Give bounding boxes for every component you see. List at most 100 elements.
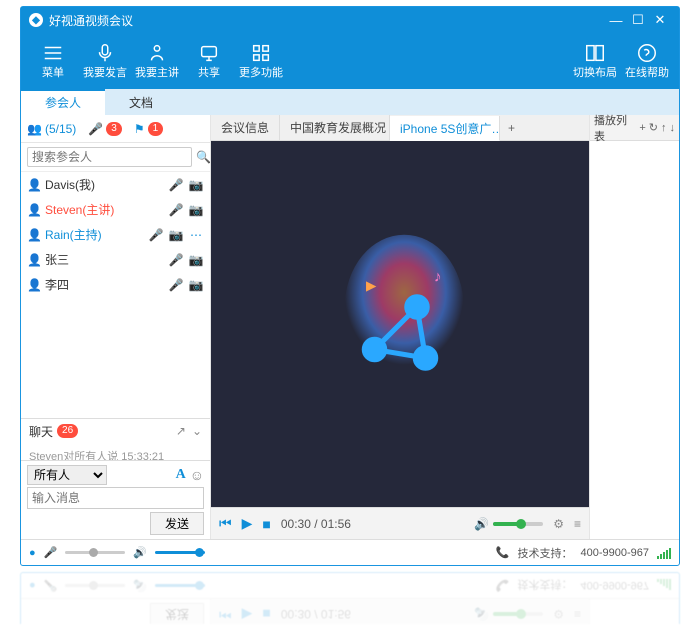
player-prev-button[interactable]: ⏮ — [219, 515, 232, 532]
person-icon: 👤 — [27, 203, 41, 217]
font-style-icon[interactable]: A — [176, 467, 186, 483]
chat-title: 聊天 — [29, 423, 53, 440]
doc-tab-label: 会议信息 — [221, 119, 269, 136]
participant-cam-icon[interactable]: 📷 — [168, 228, 184, 242]
volume-icon[interactable]: 🔊 — [474, 608, 489, 622]
participant-cam-icon[interactable]: 📷 — [188, 278, 204, 292]
emoji-icon[interactable]: ☺ — [190, 467, 204, 483]
chat-message-meta: Steven对所有人说 15:33:21 — [29, 448, 202, 461]
participant-mic-icon[interactable]: 🎤 — [148, 228, 164, 242]
participant-mic-icon[interactable]: 🎤 — [168, 278, 184, 292]
phone-icon: 📞 — [496, 546, 510, 559]
player-settings-icon[interactable]: ⚙ — [553, 517, 564, 531]
search-input[interactable] — [27, 147, 192, 167]
share-icon — [198, 42, 220, 64]
doc-tab[interactable]: iPhone 5S创意广…✕ — [390, 116, 500, 141]
doc-tab[interactable]: 会议信息 — [211, 115, 280, 140]
chat-unread-badge: 26 — [57, 424, 78, 438]
playlist-refresh-icon[interactable]: ↻ — [649, 121, 658, 134]
player-play-button[interactable]: ▶ — [242, 606, 253, 623]
chat-send-button[interactable]: 发送 — [150, 512, 204, 535]
playlist-body — [590, 599, 679, 624]
player-settings-icon[interactable]: ⚙ — [553, 608, 564, 622]
person-icon: 👤 — [27, 278, 41, 292]
switch-layout-button[interactable]: 切换布局 — [569, 42, 621, 80]
participant-mic-icon[interactable]: 🎤 — [168, 178, 184, 192]
status-mic-icon[interactable]: 🎤 — [44, 579, 58, 592]
support-phone: 400-9900-967 — [580, 580, 649, 592]
mic-volume-slider[interactable] — [65, 584, 125, 587]
volume-slider[interactable] — [493, 613, 543, 617]
participant-mic-icon[interactable]: 🎤 — [168, 253, 184, 267]
mic-icon — [94, 42, 116, 64]
status-network-icon: ● — [29, 547, 36, 559]
volume-icon[interactable]: 🔊 — [474, 517, 489, 531]
more-functions-button[interactable]: 更多功能 — [235, 42, 287, 80]
participant-row[interactable]: 👤 Davis(我) 🎤 📷 — [21, 172, 210, 197]
player-time: 00:30 / 01:56 — [281, 608, 351, 622]
search-icon[interactable]: 🔍 — [196, 150, 211, 164]
player-stop-button[interactable]: ■ — [262, 607, 270, 623]
signal-strength-icon — [657, 547, 671, 559]
request-present-button[interactable]: 我要主讲 — [131, 42, 183, 80]
participant-cam-icon[interactable]: 📷 — [188, 178, 204, 192]
participant-more-icon[interactable]: ⋯ — [188, 228, 204, 242]
participant-name: 李四 — [45, 276, 164, 293]
player-list-icon[interactable]: ≡ — [574, 608, 581, 622]
participant-name: Rain(主持) — [45, 226, 144, 243]
phone-icon: 📞 — [496, 579, 510, 592]
mic-volume-slider[interactable] — [65, 551, 125, 554]
signal-strength-icon — [657, 580, 671, 592]
volume-slider[interactable] — [493, 522, 543, 526]
speaker-volume-slider[interactable] — [155, 551, 205, 554]
playlist-add-icon[interactable]: + — [639, 122, 645, 134]
doc-tab-add-button[interactable]: + — [500, 121, 523, 135]
person-icon: 👤 — [27, 253, 41, 267]
support-label: 技术支持： — [517, 578, 572, 594]
share-button[interactable]: 共享 — [183, 42, 235, 80]
support-label: 技术支持： — [517, 545, 572, 561]
participant-cam-icon[interactable]: 📷 — [188, 203, 204, 217]
chat-send-button[interactable]: 发送 — [150, 603, 204, 624]
participant-row[interactable]: 👤 Rain(主持) 🎤 📷 ⋯ — [21, 222, 210, 247]
player-time: 00:30 / 01:56 — [281, 517, 351, 531]
status-speaker-icon[interactable]: 🔊 — [133, 579, 147, 592]
chat-message: Steven对所有人说 15:33:21 能听到吗？ — [29, 448, 202, 461]
player-stop-button[interactable]: ■ — [262, 516, 270, 532]
participant-name: Steven(主讲) — [45, 201, 164, 218]
playlist-up-icon[interactable]: ↑ — [661, 122, 667, 134]
hamburger-icon — [42, 42, 64, 64]
chat-collapse-icon[interactable]: ⌄ — [192, 424, 202, 438]
help-icon — [636, 42, 658, 64]
status-mic-icon[interactable]: 🎤 — [44, 546, 58, 559]
window-close-button[interactable]: ✕ — [649, 12, 671, 28]
app-title: 好视通视频会议 — [49, 12, 133, 29]
tab-documents[interactable]: 文档 — [105, 89, 177, 115]
player-list-icon[interactable]: ≡ — [574, 517, 581, 531]
request-speak-button[interactable]: 我要发言 — [79, 42, 131, 80]
participant-name: 张三 — [45, 251, 164, 268]
subtab-mic[interactable]: 🎤 3 — [88, 122, 122, 136]
subtab-flag[interactable]: ⚑ 1 — [134, 122, 163, 136]
menu-button[interactable]: 菜单 — [27, 42, 79, 80]
participant-cam-icon[interactable]: 📷 — [188, 253, 204, 267]
subtab-people[interactable]: 👥 (5/15) — [27, 122, 76, 136]
online-help-button[interactable]: 在线帮助 — [621, 42, 673, 80]
player-play-button[interactable]: ▶ — [242, 515, 253, 532]
window-maximize-button[interactable]: ☐ — [627, 12, 649, 28]
layout-icon — [584, 42, 606, 64]
chat-popout-icon[interactable]: ↗ — [176, 424, 186, 438]
doc-tab[interactable]: 中国教育发展概况✕ — [280, 115, 390, 140]
participant-mic-icon[interactable]: 🎤 — [168, 203, 184, 217]
tab-participants[interactable]: 参会人 — [21, 89, 105, 115]
status-speaker-icon[interactable]: 🔊 — [133, 546, 147, 559]
window-minimize-button[interactable]: — — [605, 13, 627, 28]
participant-row[interactable]: 👤 Steven(主讲) 🎤 📷 — [21, 197, 210, 222]
player-prev-button[interactable]: ⏮ — [219, 606, 232, 623]
participant-row[interactable]: 👤 李四 🎤 📷 — [21, 272, 210, 297]
chat-target-select[interactable]: 所有人 — [27, 465, 107, 485]
playlist-down-icon[interactable]: ↓ — [670, 122, 676, 134]
chat-input[interactable] — [27, 487, 204, 509]
participant-row[interactable]: 👤 张三 🎤 📷 — [21, 247, 210, 272]
speaker-volume-slider[interactable] — [155, 584, 205, 587]
